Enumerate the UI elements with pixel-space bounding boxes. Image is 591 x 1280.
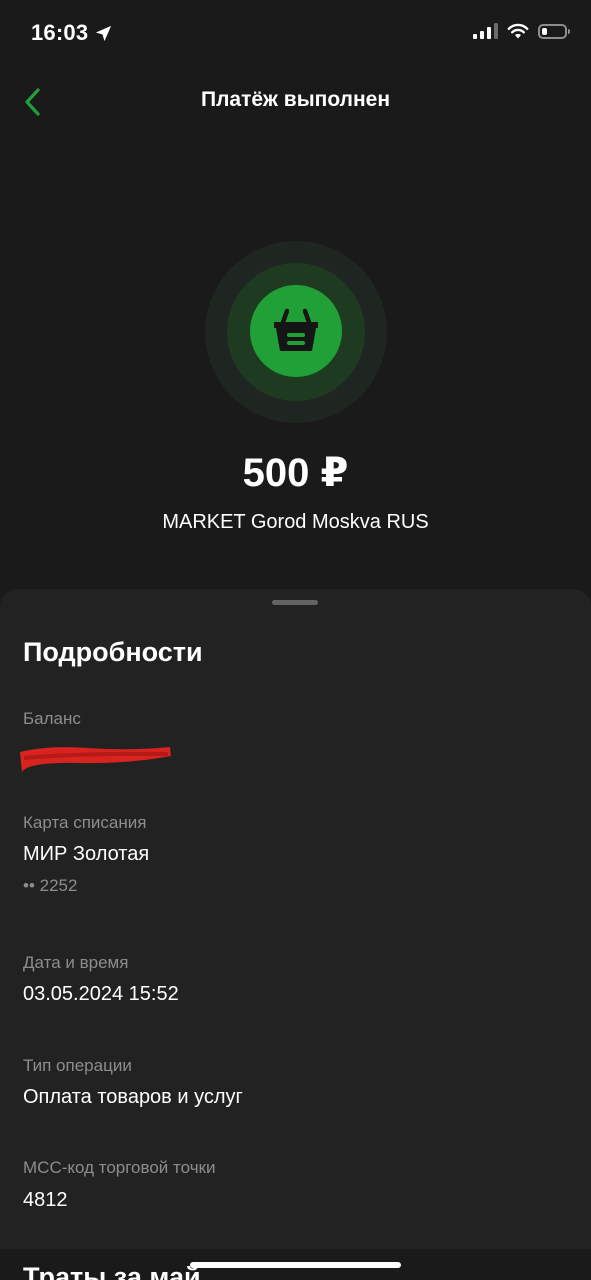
merchant-name: MARKET Gorod Moskva RUS [162, 511, 429, 533]
sheet-drag-handle[interactable] [272, 600, 318, 605]
card-label: Карта списания [23, 813, 147, 832]
datetime-label: Дата и время [23, 953, 129, 972]
cellular-signal-icon [473, 23, 498, 39]
datetime-value: 03.05.2024 15:52 [23, 983, 179, 1005]
wifi-icon [507, 23, 529, 39]
status-time-text: 16:03 [31, 20, 89, 45]
balance-redaction [20, 747, 171, 772]
payment-amount: 500 ₽ [242, 451, 349, 495]
mcc-label: MCC-код торговой точки [23, 1158, 216, 1177]
location-arrow-icon [96, 25, 112, 41]
nav-bar: Платёж выполнен [0, 74, 591, 128]
operation-type-label: Тип операции [23, 1056, 132, 1075]
balance-label: Баланс [23, 709, 81, 728]
status-indicators [473, 23, 570, 39]
details-title: Подробности [23, 637, 203, 667]
payment-success-screen: 16:03 Платёж выполнен 500 ₽ MARKET Gorod… [0, 0, 591, 1280]
spending-section-title: Траты за май [23, 1262, 201, 1280]
mcc-value: 4812 [23, 1189, 68, 1211]
card-number: •• 2252 [23, 876, 78, 895]
battery-level [542, 27, 547, 35]
battery-icon [538, 23, 570, 39]
page-title: Платёж выполнен [200, 88, 391, 111]
status-bar: 16:03 [0, 0, 591, 70]
merchant-icon-badge [250, 285, 342, 377]
shopping-basket-icon [274, 308, 318, 351]
card-name: МИР Золотая [23, 843, 150, 865]
details-sheet[interactable]: Подробности Баланс Карта списания МИР Зо… [0, 589, 591, 1249]
operation-type-value: Оплата товаров и услуг [23, 1086, 243, 1108]
home-indicator[interactable] [190, 1262, 401, 1268]
status-time: 16:03 [31, 20, 113, 46]
